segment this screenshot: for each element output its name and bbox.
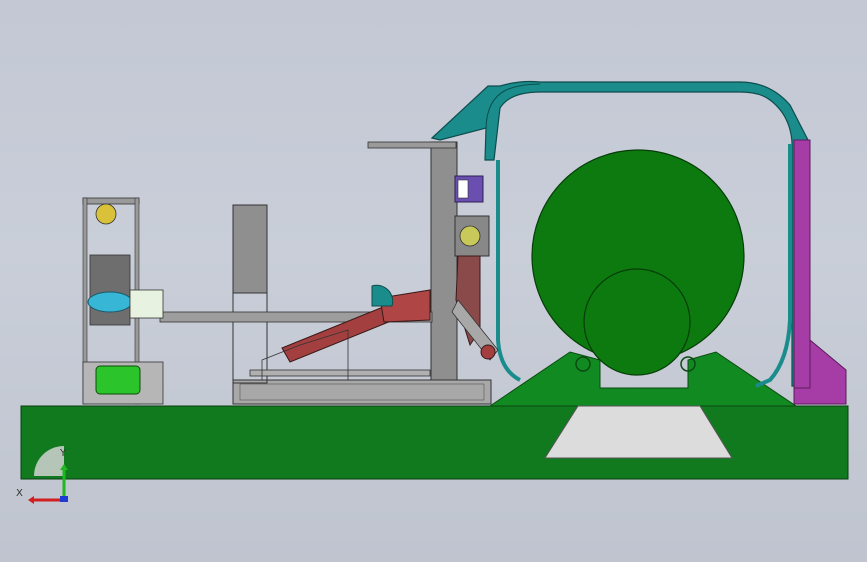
lower-slide-rail [249, 369, 431, 377]
control-box-label [457, 179, 469, 199]
x-axis-arrow-icon [28, 496, 34, 504]
frame-inner-rail [755, 144, 792, 388]
assembly-drawing[interactable]: Y X [0, 0, 867, 562]
grey-panel[interactable] [232, 204, 268, 294]
drive-disc[interactable] [87, 291, 133, 313]
base-platform[interactable] [20, 405, 849, 480]
side-column[interactable] [793, 139, 811, 389]
spool-assembly[interactable] [89, 254, 131, 326]
motor-unit[interactable] [95, 365, 141, 395]
cad-viewport[interactable]: Y X [0, 0, 867, 562]
tower-top-arm [367, 141, 457, 149]
machine-bed[interactable] [232, 379, 492, 405]
inner-drum[interactable] [583, 268, 691, 376]
x-axis-label: X [16, 488, 23, 499]
y-axis-label: Y [59, 448, 67, 459]
support-stand-cutout [544, 405, 733, 459]
central-tower[interactable] [430, 141, 458, 381]
spool-top-icon[interactable] [95, 203, 117, 225]
z-axis-marker [60, 496, 68, 502]
gearbox-block[interactable] [129, 289, 164, 319]
pivot-joint[interactable] [480, 344, 496, 360]
frame-left-rail [496, 160, 521, 382]
gear-wheel-icon [459, 225, 481, 247]
dome-cap[interactable] [371, 284, 394, 307]
winder-top-bar [82, 197, 140, 205]
